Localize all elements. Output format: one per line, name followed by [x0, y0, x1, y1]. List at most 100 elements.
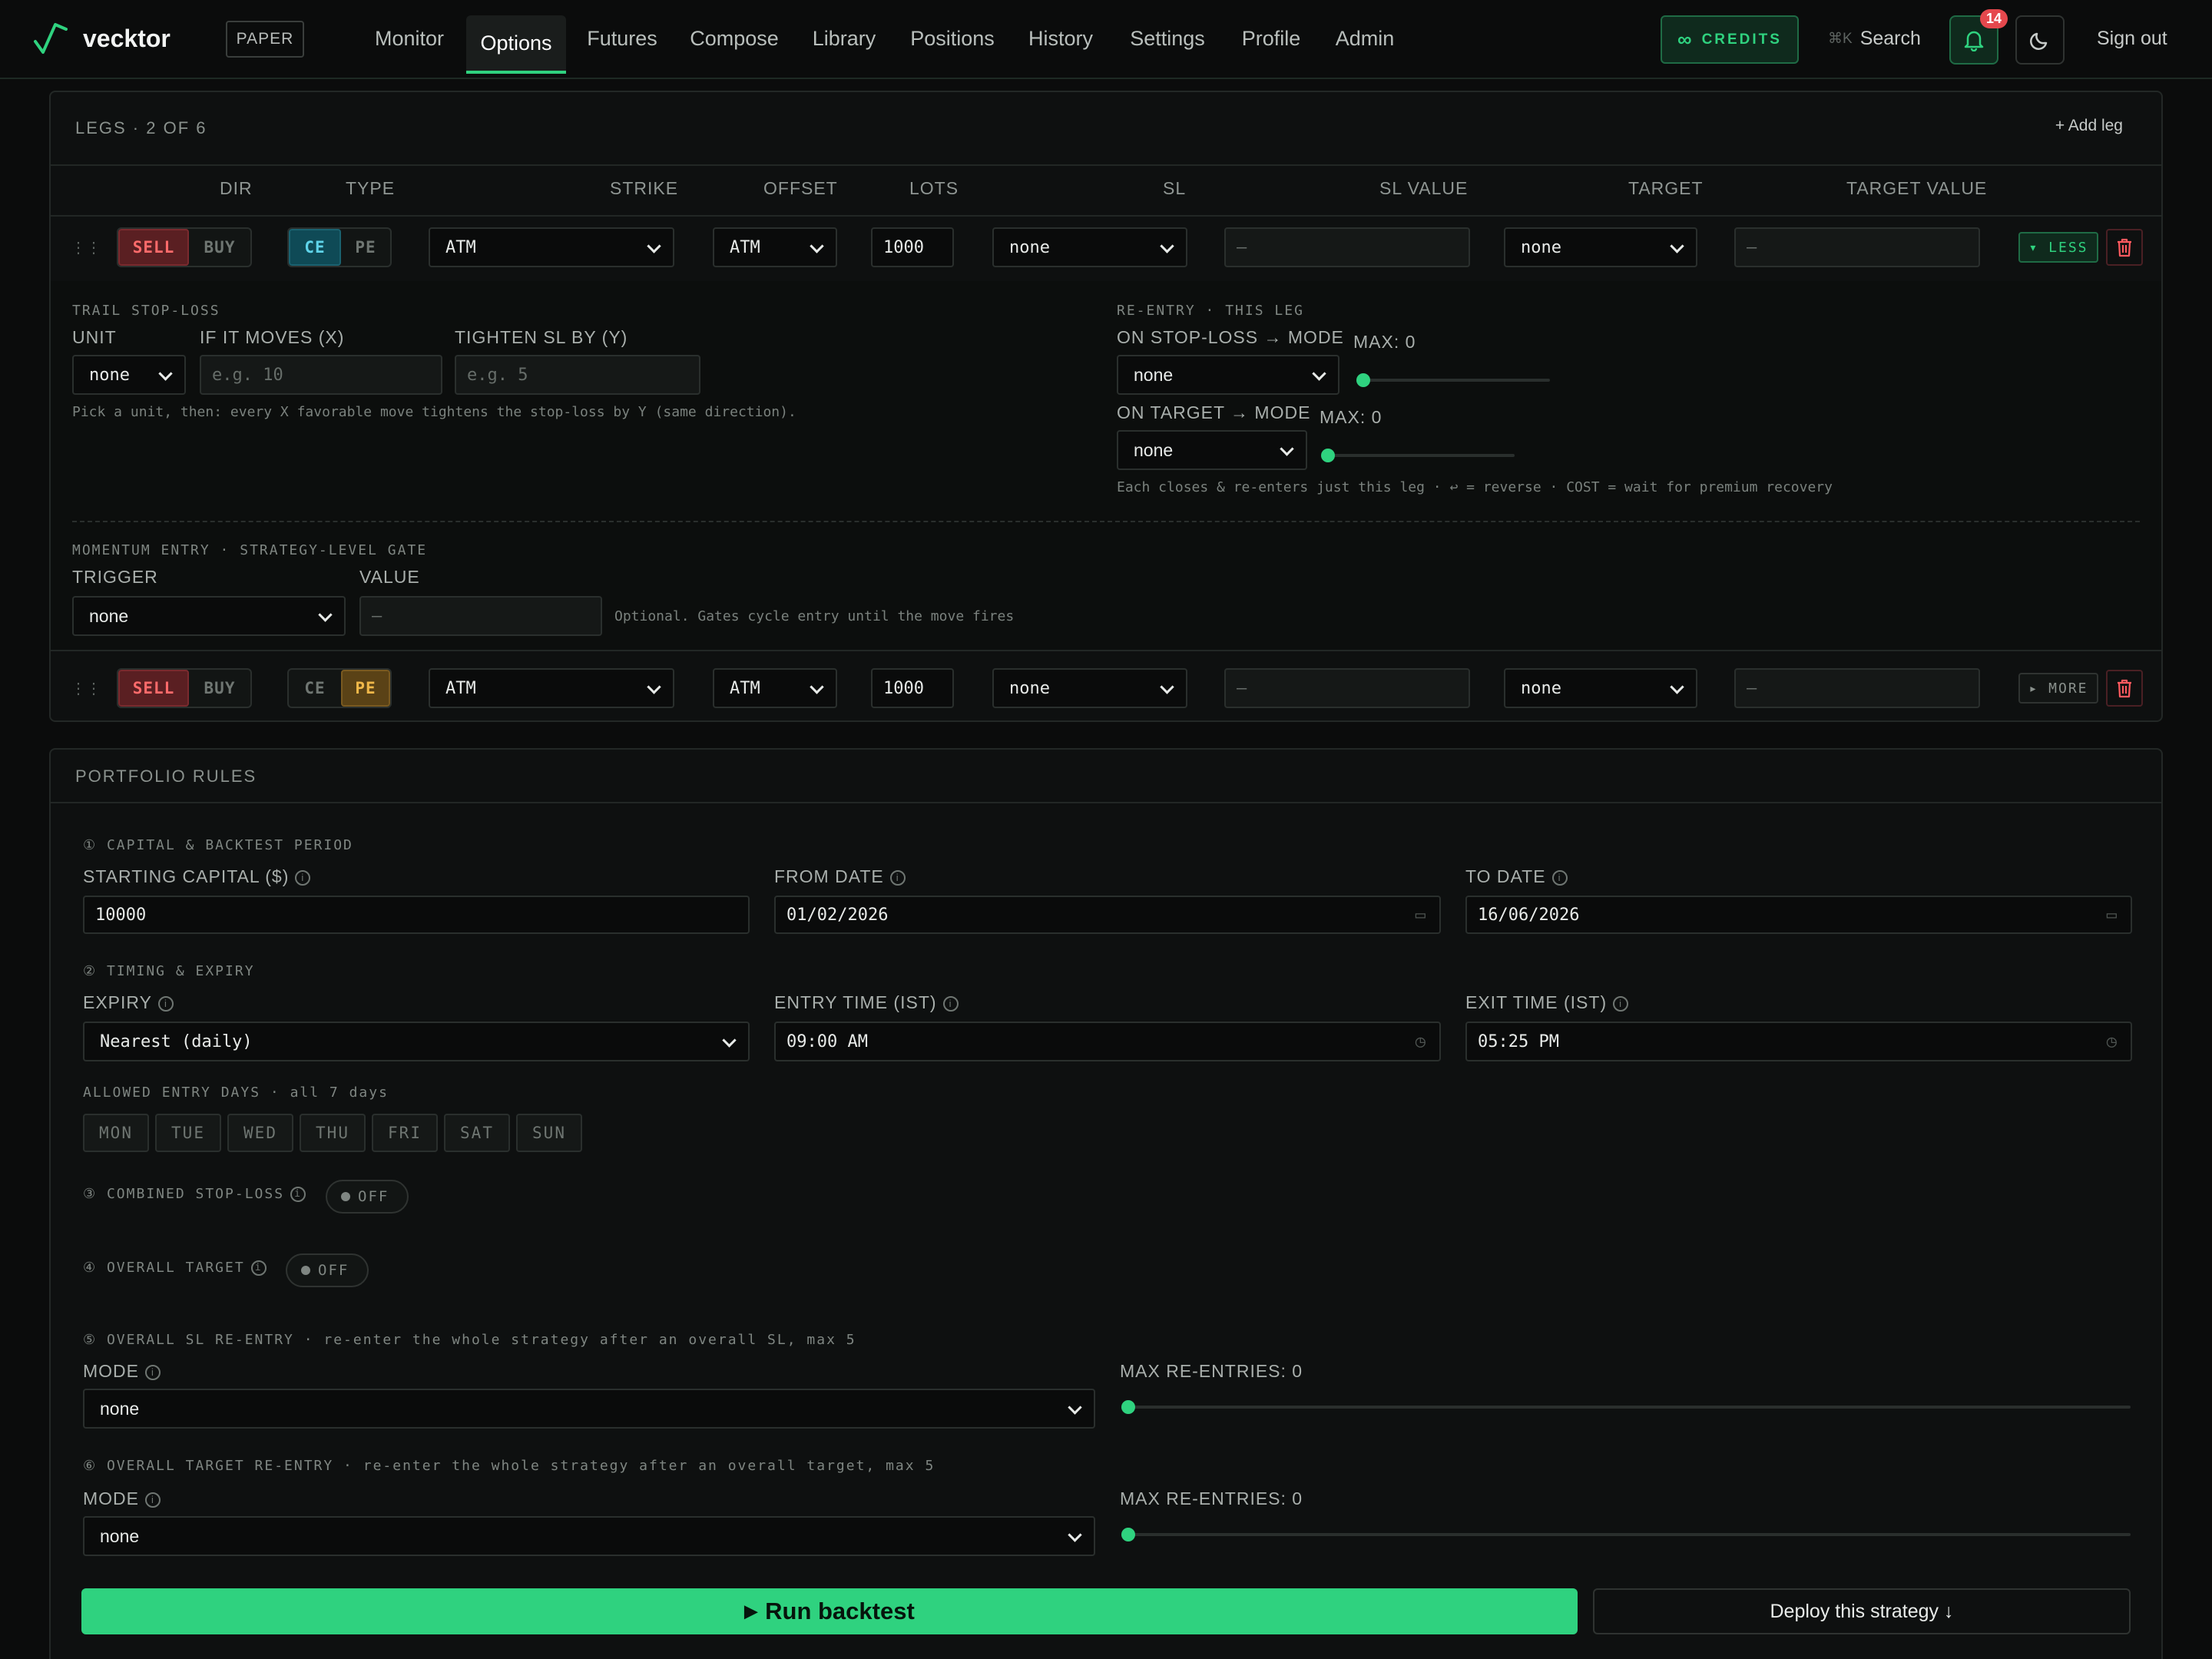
nav-futures[interactable]: Futures: [581, 0, 663, 77]
info-icon[interactable]: i: [1613, 995, 1629, 1012]
less-toggle-button[interactable]: ▾ LESS: [2018, 232, 2098, 263]
target-value-input[interactable]: —: [1734, 668, 1980, 708]
info-icon[interactable]: i: [250, 1260, 267, 1276]
on-target-max-slider[interactable]: [1321, 449, 1515, 462]
to-date-input[interactable]: 16/06/2026 ▭: [1465, 896, 2132, 934]
strike-select[interactable]: ATM: [429, 227, 674, 267]
dir-buy-option[interactable]: BUY: [189, 229, 250, 266]
sl-value-input[interactable]: —: [1224, 227, 1470, 267]
lots-input[interactable]: 1000: [871, 668, 954, 708]
nav-monitor[interactable]: Monitor: [369, 0, 450, 77]
nav-history[interactable]: History: [1022, 0, 1099, 77]
slider-thumb[interactable]: [1121, 1400, 1135, 1414]
overall-target-toggle[interactable]: OFF: [286, 1253, 369, 1287]
expiry-select[interactable]: Nearest (daily): [83, 1022, 750, 1061]
clock-icon[interactable]: ◷: [1416, 1032, 1426, 1051]
day-sun[interactable]: SUN: [516, 1114, 582, 1152]
slider-thumb[interactable]: [1121, 1528, 1135, 1541]
type-ce-option[interactable]: CE: [289, 670, 341, 707]
deploy-strategy-button[interactable]: Deploy this strategy ↓: [1593, 1588, 2131, 1634]
trail-moves-label: IF IT MOVES (X): [200, 327, 345, 347]
target-reentry-max-slider[interactable]: [1121, 1528, 2131, 1541]
nav-library[interactable]: Library: [806, 0, 882, 77]
add-leg-button[interactable]: + Add leg: [2055, 117, 2123, 135]
nav-options[interactable]: Options: [466, 15, 566, 74]
exit-time-input[interactable]: 05:25 PM ◷: [1465, 1022, 2132, 1061]
info-icon[interactable]: i: [1551, 869, 1568, 886]
run-backtest-button[interactable]: ▶ Run backtest: [81, 1588, 1578, 1634]
type-pe-option[interactable]: PE: [341, 229, 390, 266]
strike-select[interactable]: ATM: [429, 668, 674, 708]
target-value-input[interactable]: —: [1734, 227, 1980, 267]
delete-leg-button[interactable]: [2106, 670, 2143, 707]
sl-reentry-max-slider[interactable]: [1121, 1400, 2131, 1414]
info-icon[interactable]: i: [145, 1492, 161, 1508]
calendar-icon[interactable]: ▭: [2107, 906, 2117, 925]
dir-sell-option[interactable]: SELL: [118, 670, 189, 707]
target-select[interactable]: none: [1504, 668, 1697, 708]
brand-logo[interactable]: vecktor: [32, 22, 171, 55]
momentum-trigger-select[interactable]: none: [72, 596, 346, 636]
credits-button[interactable]: ∞ CREDITS: [1661, 15, 1799, 64]
sign-out-link[interactable]: Sign out: [2097, 28, 2167, 50]
dir-sell-option[interactable]: SELL: [118, 229, 189, 266]
info-icon[interactable]: i: [157, 995, 174, 1012]
drag-handle-icon[interactable]: ⋮⋮: [71, 679, 101, 698]
col-sl: SL: [1163, 178, 1187, 198]
dir-buy-option[interactable]: BUY: [189, 670, 250, 707]
sl-select[interactable]: none: [992, 668, 1187, 708]
slider-thumb[interactable]: [1321, 449, 1335, 462]
sl-reentry-mode-select[interactable]: none: [83, 1389, 1095, 1429]
on-target-mode-select[interactable]: none: [1117, 430, 1307, 470]
notifications-button[interactable]: 14: [1949, 9, 2008, 65]
combined-sl-toggle-label: OFF: [358, 1188, 389, 1205]
on-sl-max-slider[interactable]: [1356, 373, 1550, 387]
day-mon[interactable]: MON: [83, 1114, 149, 1152]
trail-moves-input[interactable]: e.g. 10: [200, 355, 442, 395]
type-pe-option[interactable]: PE: [341, 670, 390, 707]
portfolio-title: PORTFOLIO RULES: [75, 767, 257, 786]
nav-admin[interactable]: Admin: [1330, 0, 1400, 77]
slider-thumb[interactable]: [1356, 373, 1370, 387]
trail-unit-select[interactable]: none: [72, 355, 186, 395]
nav-compose[interactable]: Compose: [686, 0, 783, 77]
day-sat[interactable]: SAT: [444, 1114, 510, 1152]
day-fri[interactable]: FRI: [372, 1114, 438, 1152]
on-sl-mode-select[interactable]: none: [1117, 355, 1339, 395]
delete-leg-button[interactable]: [2106, 229, 2143, 266]
search-button[interactable]: ⌘K Search: [1828, 28, 1921, 50]
theme-toggle[interactable]: [2015, 15, 2065, 65]
capital-input[interactable]: 10000: [83, 896, 750, 934]
nav-positions[interactable]: Positions: [906, 0, 999, 77]
type-ce-option[interactable]: CE: [289, 229, 341, 266]
info-icon[interactable]: i: [942, 995, 959, 1012]
offset-select[interactable]: ATM: [713, 227, 837, 267]
trail-tighten-input[interactable]: e.g. 5: [455, 355, 700, 395]
info-icon[interactable]: i: [295, 869, 311, 886]
day-thu[interactable]: THU: [300, 1114, 366, 1152]
info-icon[interactable]: i: [145, 1364, 161, 1380]
day-tue[interactable]: TUE: [155, 1114, 221, 1152]
nav-settings[interactable]: Settings: [1122, 0, 1213, 77]
momentum-value-input[interactable]: —: [359, 596, 602, 636]
sl-value-input[interactable]: —: [1224, 668, 1470, 708]
combined-sl-toggle[interactable]: OFF: [326, 1180, 409, 1214]
offset-select[interactable]: ATM: [713, 668, 837, 708]
info-icon[interactable]: i: [290, 1187, 306, 1202]
from-date-input[interactable]: 01/02/2026 ▭: [774, 896, 1441, 934]
info-icon[interactable]: i: [889, 869, 906, 886]
entry-time-input[interactable]: 09:00 AM ◷: [774, 1022, 1441, 1061]
sl-select[interactable]: none: [992, 227, 1187, 267]
day-wed[interactable]: WED: [227, 1114, 293, 1152]
target-reentry-mode-select[interactable]: none: [83, 1516, 1095, 1556]
capital-label: STARTING CAPITAL ($) i: [83, 866, 311, 887]
more-toggle-button[interactable]: ▸ MORE: [2018, 673, 2098, 704]
lots-input[interactable]: 1000: [871, 227, 954, 267]
clock-icon[interactable]: ◷: [2107, 1032, 2117, 1051]
nav-profile[interactable]: Profile: [1236, 0, 1306, 77]
on-target-mode-label: ON TARGET → MODE: [1117, 402, 1311, 422]
target-select[interactable]: none: [1504, 227, 1697, 267]
calendar-icon[interactable]: ▭: [1416, 906, 1426, 925]
capital-label-text: STARTING CAPITAL ($): [83, 866, 290, 886]
drag-handle-icon[interactable]: ⋮⋮: [71, 238, 101, 257]
